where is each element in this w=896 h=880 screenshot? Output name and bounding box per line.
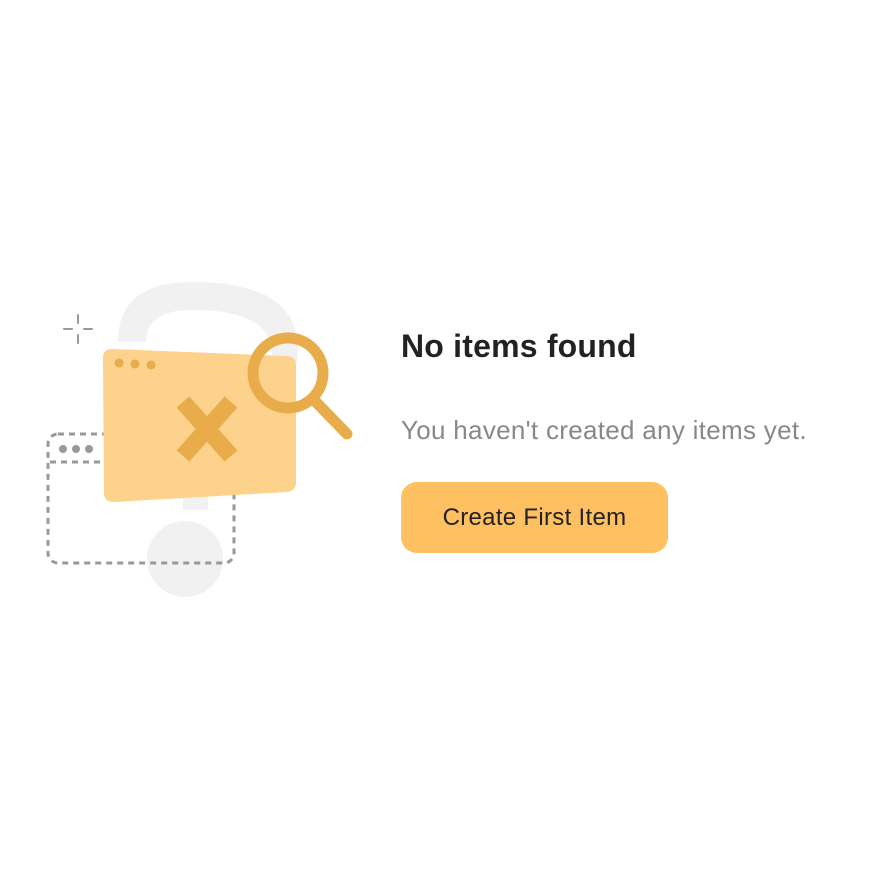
create-first-item-button[interactable]: Create First Item xyxy=(401,482,668,553)
empty-state-content: No items found You haven't created any i… xyxy=(401,322,881,553)
empty-state-illustration xyxy=(40,272,370,612)
empty-state-message: You haven't created any items yet. xyxy=(401,415,807,445)
empty-state-page: No items found You haven't created any i… xyxy=(0,0,896,880)
sparkle-icon xyxy=(63,314,93,344)
empty-state-title: No items found xyxy=(401,328,637,364)
